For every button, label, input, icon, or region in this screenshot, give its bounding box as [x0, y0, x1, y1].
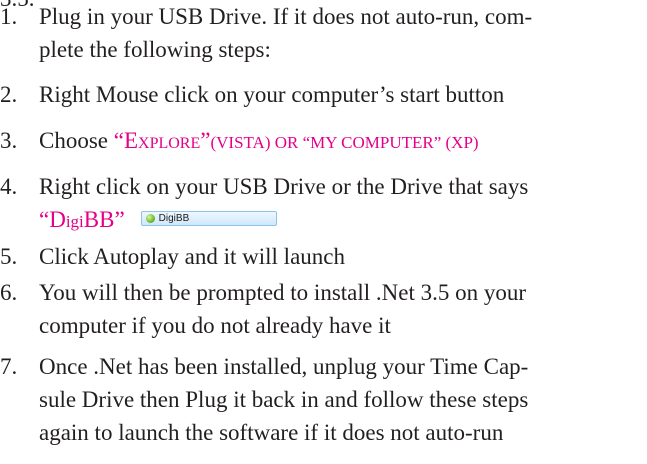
- drive-name-quote: “DigiBB”: [39, 207, 125, 232]
- step-line: Right click on your USB Drive or the Dri…: [39, 174, 529, 199]
- step-prefix: Choose: [39, 128, 114, 153]
- step-line: Choose “Explore”(VISTA) OR “MY COMPUTER”…: [39, 124, 639, 157]
- step-number: 1.: [0, 4, 18, 29]
- vista-mycomputer-label: (VISTA) OR “MY COMPUTER” (XP): [210, 133, 479, 152]
- step-text: Once .Net has been installed, unplug you…: [39, 350, 639, 449]
- quote-mid: igi: [65, 212, 84, 231]
- explore-quote-open: “E: [113, 128, 139, 153]
- step-number: 7.: [0, 354, 18, 379]
- step-number: 4.: [0, 174, 18, 199]
- step-line: again to launch the software if it does …: [39, 420, 504, 445]
- step-line: sule Drive then Plug it back in and foll…: [39, 387, 529, 412]
- quote-open: “D: [39, 207, 66, 232]
- step-text: Right Mouse click on your computer’s sta…: [39, 78, 639, 111]
- step-text: Choose “Explore”(VISTA) OR “MY COMPUTER”…: [39, 124, 639, 157]
- drive-item-label: DigiBB: [158, 213, 190, 225]
- digibb-drive-item[interactable]: DigiBB: [140, 211, 277, 227]
- step-number: 6.: [0, 280, 18, 305]
- step-text: You will then be prompted to install .Ne…: [39, 276, 639, 342]
- step-line: plete the following steps:: [39, 37, 271, 62]
- step-number: 3.: [0, 128, 18, 153]
- step-line: Click Autoplay and it will launch: [39, 244, 345, 269]
- step-text: Plug in your USB Drive. If it does not a…: [39, 0, 639, 66]
- step-text: Click Autoplay and it will launch: [39, 240, 639, 273]
- explore-rest: xplore: [138, 128, 201, 153]
- step-line: Plug in your USB Drive. If it does not a…: [39, 4, 533, 29]
- step-line: “DigiBB” DigiBB: [39, 203, 639, 236]
- step-text: Right click on your USB Drive or the Dri…: [39, 170, 639, 236]
- step-line: Once .Net has been installed, unplug you…: [39, 354, 529, 379]
- quote-end: BB”: [83, 207, 125, 232]
- step-number: 5.: [0, 244, 18, 269]
- green-disc-icon: [145, 214, 155, 224]
- explore-label: “Explore”: [114, 128, 211, 153]
- step-line: You will then be prompted to install .Ne…: [39, 280, 527, 305]
- step-line: Right Mouse click on your computer’s sta…: [39, 82, 505, 107]
- explore-quote-close: ”: [200, 128, 211, 153]
- step-line: computer if you do not already have it: [39, 313, 391, 338]
- step-number: 2.: [0, 82, 18, 107]
